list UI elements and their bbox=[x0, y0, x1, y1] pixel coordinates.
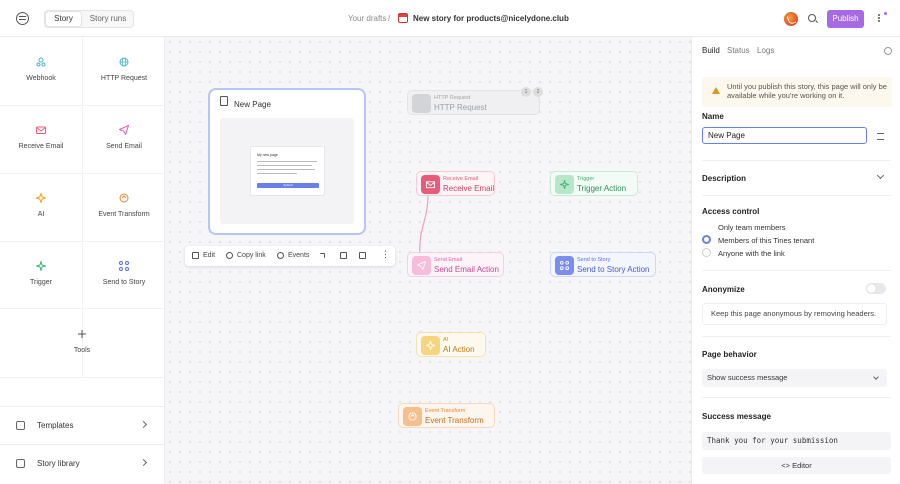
chevron-down-icon[interactable] bbox=[876, 171, 885, 180]
access-option-radio[interactable] bbox=[702, 248, 711, 257]
properties-panel: Build Status Logs Until you publish this… bbox=[691, 37, 900, 484]
node-name: Send to Story Action bbox=[577, 265, 650, 274]
success-message-label: Success message bbox=[702, 412, 771, 421]
help-icon[interactable] bbox=[884, 47, 892, 55]
warning-text: Until you publish this story, this page … bbox=[727, 82, 887, 100]
page-behavior-select[interactable]: Show success message bbox=[702, 369, 887, 387]
send-to-story-icon bbox=[555, 256, 574, 275]
node-event-transform[interactable]: Event Transform Event Transform bbox=[398, 403, 495, 428]
node-type-label: HTTP Request bbox=[434, 95, 471, 101]
node-type-label: AI bbox=[443, 337, 449, 343]
code-icon: <> bbox=[781, 461, 791, 470]
anonymize-toggle[interactable] bbox=[866, 283, 886, 294]
access-option-radio[interactable] bbox=[702, 235, 711, 244]
copy-link-button[interactable]: Copy link bbox=[237, 252, 266, 259]
node-send-to-story[interactable]: Send to Story Send to Story Action bbox=[550, 252, 656, 277]
edit-button[interactable]: Edit bbox=[203, 252, 215, 259]
trigger-icon bbox=[555, 175, 574, 194]
node-type-label: Send to Story bbox=[577, 257, 611, 263]
more-icon[interactable]: ⋮ bbox=[381, 249, 390, 260]
anonymize-label: Anonymize bbox=[702, 285, 745, 294]
warning-icon bbox=[712, 87, 720, 94]
tab-logs[interactable]: Logs bbox=[757, 46, 774, 55]
connector-receive-to-send bbox=[419, 194, 429, 256]
node-type-label: Trigger bbox=[577, 176, 595, 182]
page-preview: My new page Submit bbox=[220, 118, 354, 224]
node-http-request[interactable]: HTTP Request HTTP Request 1 2 bbox=[407, 87, 543, 115]
node-name: Trigger Action bbox=[577, 184, 627, 193]
node-name: AI Action bbox=[443, 345, 475, 354]
event-transform-icon bbox=[403, 407, 422, 426]
name-label: Name bbox=[702, 112, 724, 121]
access-option-label[interactable]: Only team members bbox=[718, 223, 786, 232]
events-button[interactable]: Events bbox=[288, 252, 309, 259]
tab-build[interactable]: Build bbox=[702, 46, 720, 55]
node-name: HTTP Request bbox=[434, 103, 487, 112]
events-icon bbox=[277, 252, 284, 259]
duplicate-icon[interactable] bbox=[340, 252, 347, 259]
node-type-label: Send Email bbox=[434, 257, 463, 263]
send-email-icon bbox=[412, 256, 431, 275]
page-node[interactable]: New Page My new page Submit bbox=[208, 88, 366, 235]
access-control-label: Access control bbox=[702, 207, 760, 216]
preview-submit-button: Submit bbox=[257, 183, 319, 188]
page-node-title: New Page bbox=[234, 100, 271, 109]
open-external-icon[interactable] bbox=[320, 253, 325, 258]
editor-label: Editor bbox=[792, 461, 812, 470]
settings-sliders-icon[interactable] bbox=[877, 133, 884, 140]
editor-button[interactable]: <> Editor bbox=[702, 457, 891, 474]
node-name: Receive Email bbox=[443, 184, 495, 193]
page-preview-form: My new page Submit bbox=[250, 146, 325, 196]
node-type-label: Event Transform bbox=[425, 408, 466, 414]
node-toolbar: Edit Copy link Events ⋮ bbox=[185, 246, 395, 266]
badge-count: 2 bbox=[533, 87, 543, 97]
node-name: Event Transform bbox=[425, 416, 484, 425]
description-label[interactable]: Description bbox=[702, 174, 746, 183]
node-type-label: Receive Email bbox=[443, 176, 479, 182]
http-request-icon bbox=[412, 94, 431, 113]
ai-icon bbox=[421, 336, 440, 355]
access-option-label[interactable]: Anyone with the link bbox=[718, 249, 785, 258]
tab-status[interactable]: Status bbox=[727, 46, 750, 55]
access-option-label[interactable]: Members of this Tines tenant bbox=[718, 236, 814, 245]
node-name: Send Email Action bbox=[434, 265, 499, 274]
page-behavior-label: Page behavior bbox=[702, 350, 757, 359]
badge-count: 1 bbox=[521, 87, 531, 97]
name-input[interactable]: New Page bbox=[702, 127, 867, 144]
node-trigger[interactable]: Trigger Trigger Action bbox=[550, 171, 638, 196]
receive-email-icon bbox=[421, 175, 440, 194]
success-message-input[interactable]: Thank you for your submission bbox=[702, 432, 891, 450]
delete-icon[interactable] bbox=[359, 252, 366, 259]
preview-title: My new page bbox=[257, 153, 278, 157]
node-ai[interactable]: AI AI Action bbox=[416, 332, 486, 357]
draft-warning: Until you publish this story, this page … bbox=[702, 77, 892, 107]
anonymize-note: Keep this page anonymous by removing hea… bbox=[702, 303, 887, 325]
node-receive-email[interactable]: Receive Email Receive Email bbox=[416, 171, 495, 196]
page-icon bbox=[220, 96, 228, 106]
link-icon bbox=[226, 252, 233, 259]
node-send-email[interactable]: Send Email Send Email Action bbox=[407, 252, 504, 277]
edit-icon bbox=[192, 252, 199, 259]
